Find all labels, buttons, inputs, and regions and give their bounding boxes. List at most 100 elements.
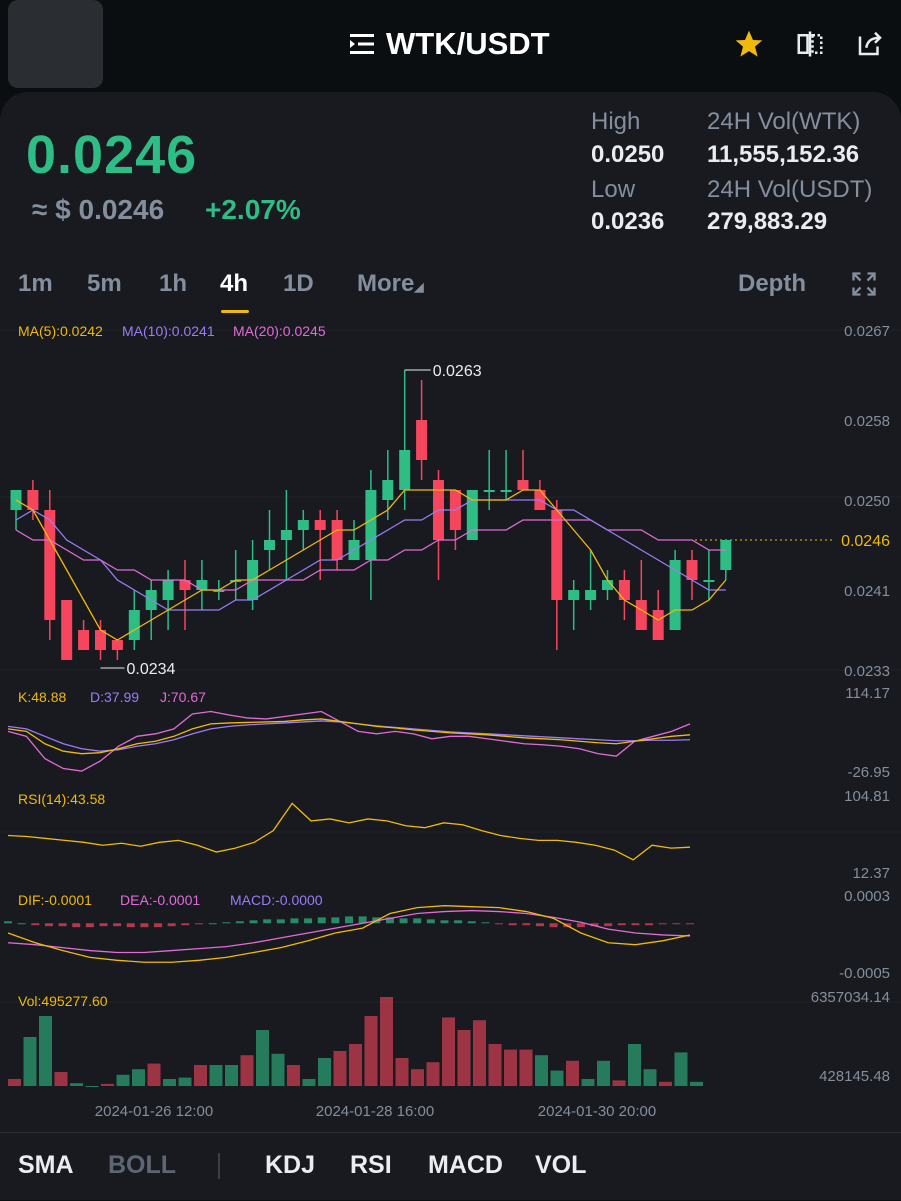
depth-button[interactable]: Depth [738, 270, 806, 298]
rsi-axis-max: 104.81 [844, 788, 890, 805]
price-change: +2.07% [205, 194, 301, 225]
macd-bar [631, 923, 640, 926]
tab-macd[interactable]: MACD [428, 1151, 503, 1180]
tab-rsi[interactable]: RSI [350, 1151, 392, 1180]
volume-bar [566, 1060, 579, 1086]
macd-bar [31, 923, 40, 926]
volume-bar [519, 1049, 533, 1086]
high-label: High [591, 108, 641, 135]
high-value: 0.0250 [591, 141, 665, 168]
macd-axis-min: -0.0005 [839, 965, 890, 982]
volume-bar [612, 1080, 626, 1086]
macd-bar [345, 916, 353, 924]
macd-bar [44, 923, 53, 927]
star-favorite-icon[interactable] [733, 28, 765, 60]
kdj-k-line [7, 718, 691, 755]
macd-axis-max: 0.0003 [844, 888, 890, 905]
macd-bar [72, 923, 81, 928]
candle-body [635, 600, 647, 630]
macd-bar [85, 923, 94, 928]
candle-body [280, 530, 292, 540]
tab-1m[interactable]: 1m [18, 270, 53, 298]
kdj-d-legend: D:37.99 [90, 689, 139, 705]
macd-bar [317, 917, 326, 924]
kdj-k-legend: K:48.88 [18, 689, 66, 705]
macd-bar [522, 923, 531, 926]
price-axis-label: 0.0258 [844, 413, 890, 430]
tab-1h[interactable]: 1h [159, 270, 187, 298]
macd-bar [481, 922, 490, 924]
tab-more[interactable]: More◢ [357, 270, 424, 298]
volume-bar [690, 1081, 703, 1086]
macd-bar [235, 921, 244, 924]
tab-sma[interactable]: SMA [18, 1151, 74, 1180]
candle-body [297, 520, 309, 530]
volume-bar [333, 1050, 347, 1086]
volume-bar [674, 1052, 688, 1086]
volume-bar [364, 1015, 378, 1086]
kline-chart[interactable]: 0.0267 0.0258 0.0250 0.0241 0.0233 0.0246 MA(5… [0, 312, 901, 1132]
tab-kdj[interactable]: KDJ [265, 1151, 315, 1180]
volume-bar [643, 1069, 657, 1086]
compare-icon[interactable] [795, 29, 825, 59]
candle-body [196, 580, 208, 590]
volume-bar [659, 1081, 672, 1086]
macd-bar [304, 918, 313, 924]
volume-bar [132, 1069, 145, 1086]
macd-dea-legend: DEA:-0.0001 [120, 892, 200, 908]
tab-1d[interactable]: 1D [283, 270, 314, 298]
volume-bar [442, 1017, 455, 1086]
kdj-j-legend: J:70.67 [160, 689, 206, 705]
low-label: Low [591, 176, 636, 203]
vol-quote-label: 24H Vol(USDT) [707, 176, 873, 203]
candle-body [44, 510, 56, 620]
volume-axis-max: 6357034.14 [811, 989, 890, 1006]
macd-bar [194, 923, 203, 925]
tab-divider [218, 1153, 220, 1179]
candle-body [314, 520, 326, 530]
macd-bar [658, 923, 667, 925]
candle-body [111, 640, 123, 650]
volume-bar [488, 1043, 502, 1086]
macd-bar [645, 923, 654, 926]
pair-selector[interactable]: WTK/USDT [348, 22, 550, 66]
volume-bar [411, 1069, 424, 1086]
fullscreen-icon[interactable] [850, 270, 878, 298]
price-axis-label: 0.0250 [844, 493, 890, 510]
candle-body [500, 490, 512, 492]
candle-body [365, 490, 377, 560]
candle-body [179, 580, 191, 590]
candle-body [264, 540, 275, 550]
candle-body [128, 610, 140, 640]
candle-body [568, 590, 580, 600]
macd-bar [454, 920, 463, 924]
macd-bar [181, 923, 190, 926]
tab-5m[interactable]: 5m [87, 270, 122, 298]
rsi-axis-min: 12.37 [852, 865, 890, 882]
volume-bar [349, 1043, 362, 1086]
tab-4h[interactable]: 4h [220, 270, 248, 298]
macd-bar [276, 919, 285, 924]
macd-bar [58, 923, 67, 927]
volume-bar [23, 1036, 37, 1086]
macd-legend: MACD:-0.0000 [230, 892, 323, 908]
volume-bar [54, 1071, 68, 1086]
volume-bar [535, 1055, 548, 1086]
candle-body [61, 600, 73, 660]
top-bar: WTK/USDT [0, 0, 901, 92]
avatar[interactable] [8, 0, 103, 88]
candle-body [517, 480, 529, 490]
interval-tabs: 1m 5m 1h 4h 1D More◢ Depth [0, 266, 901, 313]
tab-boll[interactable]: BOLL [108, 1151, 176, 1180]
usd-price: ≈ $ 0.0246 [32, 194, 165, 225]
share-icon[interactable] [855, 29, 885, 59]
volume-bar [597, 1060, 610, 1086]
volume-bar [550, 1070, 564, 1086]
macd-bar [440, 920, 449, 924]
tab-vol[interactable]: VOL [535, 1151, 586, 1180]
macd-bar [508, 923, 517, 926]
volume-bar [271, 1053, 285, 1086]
candle-body [483, 490, 495, 492]
caret-down-icon: ◢ [414, 280, 424, 294]
volume-bar [302, 1078, 316, 1086]
